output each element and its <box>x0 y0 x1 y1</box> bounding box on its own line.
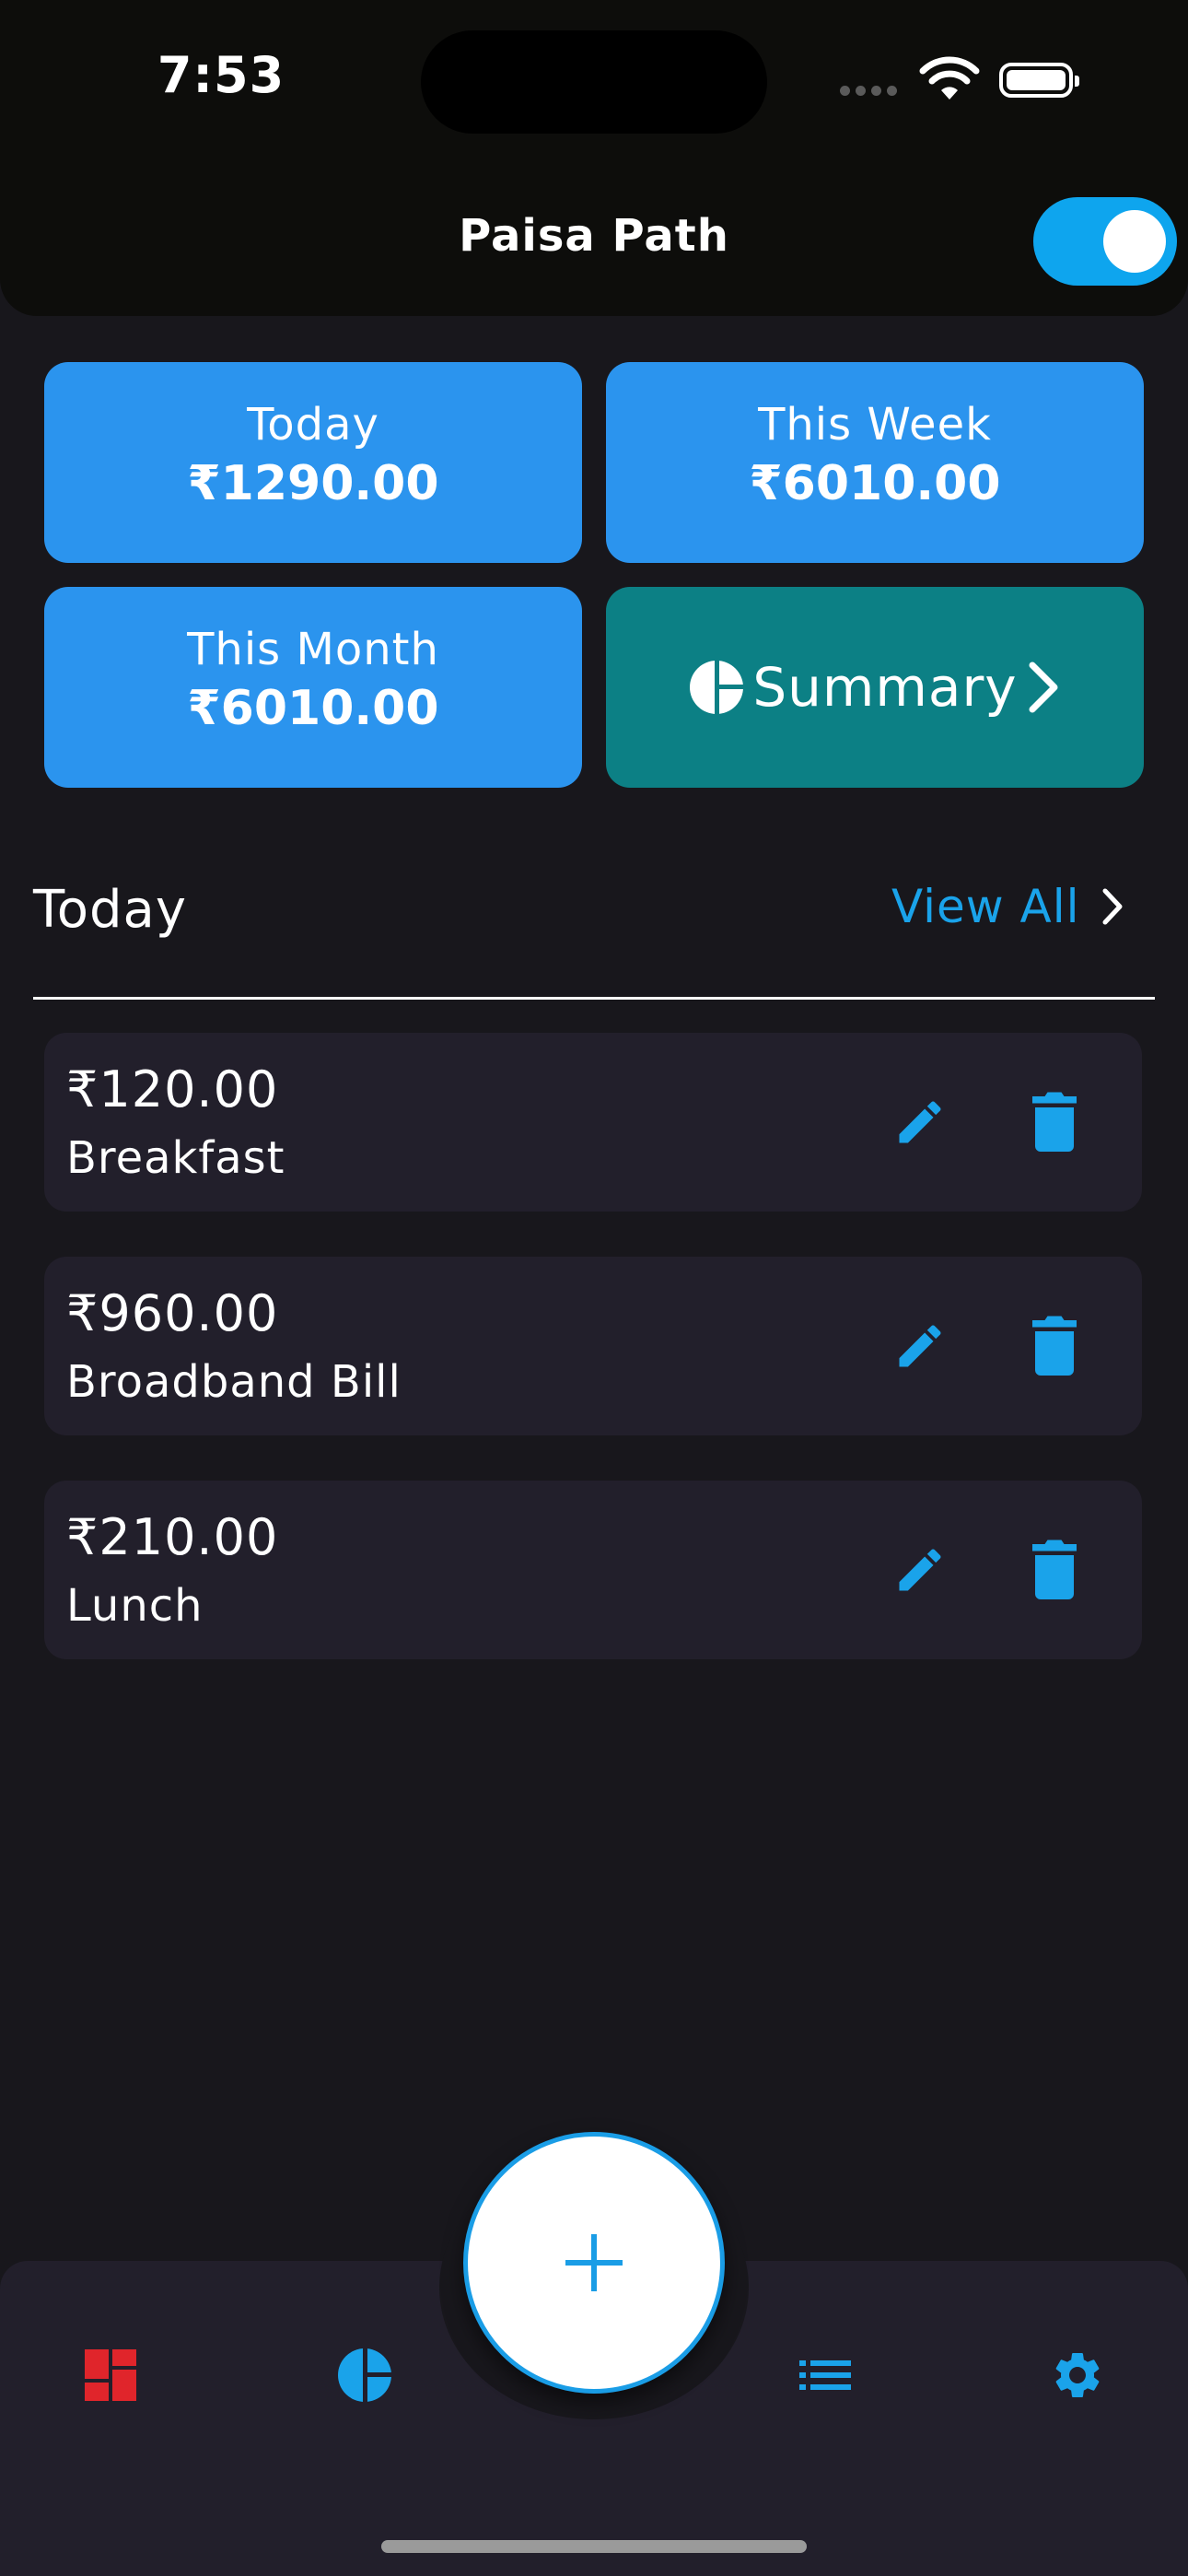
pie-chart-icon[interactable] <box>337 2348 392 2403</box>
app-title: Paisa Path <box>459 210 729 262</box>
expense-amount: ₹960.00 <box>66 1284 279 1342</box>
delete-icon[interactable] <box>1032 1315 1077 1376</box>
list-item[interactable]: ₹210.00 Lunch <box>44 1481 1142 1659</box>
chevron-right-icon <box>1029 662 1058 713</box>
month-card-amount: ₹6010.00 <box>187 681 439 736</box>
expense-name: Broadband Bill <box>66 1356 402 1408</box>
section-divider <box>33 997 1155 1000</box>
add-icon <box>565 2234 623 2291</box>
dynamic-island <box>421 30 767 134</box>
view-all-label: View All <box>891 880 1080 933</box>
theme-toggle[interactable] <box>1033 197 1177 286</box>
expense-amount: ₹210.00 <box>66 1508 279 1566</box>
expense-name: Lunch <box>66 1580 204 1632</box>
week-card[interactable]: This Week ₹6010.00 <box>606 362 1144 563</box>
view-all-link[interactable]: View All <box>891 880 1124 933</box>
delete-icon[interactable] <box>1032 1091 1077 1152</box>
pie-chart-icon <box>690 659 746 716</box>
expense-name: Breakfast <box>66 1132 285 1184</box>
list-icon[interactable] <box>798 2348 853 2403</box>
edit-icon[interactable] <box>892 1095 948 1150</box>
add-expense-button[interactable] <box>463 2132 725 2394</box>
battery-icon <box>999 63 1079 98</box>
summary-button[interactable]: Summary <box>606 587 1144 788</box>
week-card-amount: ₹6010.00 <box>749 456 1001 511</box>
edit-icon[interactable] <box>892 1318 948 1374</box>
settings-icon[interactable] <box>1050 2348 1105 2403</box>
dashboard-icon[interactable] <box>83 2348 138 2403</box>
cellular-signal-icon <box>840 86 897 96</box>
summary-label: Summary <box>752 656 1018 719</box>
edit-icon[interactable] <box>892 1542 948 1598</box>
chevron-right-icon <box>1102 888 1123 925</box>
app-header: 7:53 Paisa Path <box>0 0 1188 316</box>
week-card-label: This Week <box>758 399 992 451</box>
today-card-label: Today <box>247 399 379 451</box>
month-card-label: This Month <box>187 624 439 675</box>
expense-amount: ₹120.00 <box>66 1060 279 1118</box>
delete-icon[interactable] <box>1032 1539 1077 1599</box>
section-title: Today <box>33 880 187 940</box>
today-card[interactable]: Today ₹1290.00 <box>44 362 582 563</box>
month-card[interactable]: This Month ₹6010.00 <box>44 587 582 788</box>
list-item[interactable]: ₹120.00 Breakfast <box>44 1033 1142 1212</box>
list-item[interactable]: ₹960.00 Broadband Bill <box>44 1257 1142 1435</box>
status-time: 7:53 <box>157 46 285 104</box>
toggle-knob <box>1103 210 1166 273</box>
wifi-icon <box>919 56 980 100</box>
today-card-amount: ₹1290.00 <box>187 456 439 511</box>
app-screen: 7:53 Paisa Path Today ₹1290.00 This Week… <box>0 0 1188 2576</box>
home-indicator <box>381 2540 807 2553</box>
